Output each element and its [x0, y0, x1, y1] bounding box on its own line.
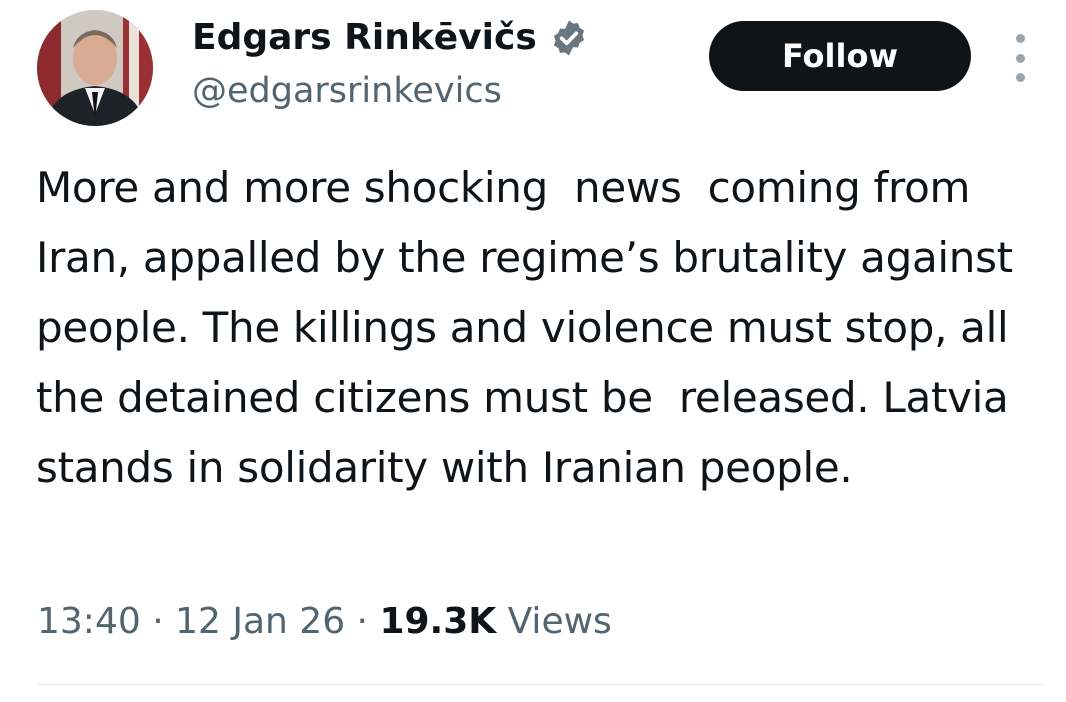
tweet-time[interactable]: 13:40: [37, 601, 141, 642]
views-label: Views: [496, 601, 612, 642]
author-name-text[interactable]: Edgars Rinkēvičs: [192, 14, 537, 62]
more-dot: [1015, 34, 1025, 43]
verified-badge-icon: [549, 18, 589, 58]
more-vertical-icon[interactable]: [1006, 34, 1034, 82]
avatar[interactable]: [37, 10, 153, 126]
author-handle[interactable]: @edgarsrinkevics: [192, 68, 502, 114]
meta-separator: ·: [345, 601, 380, 642]
tweet-meta: 13:40 · 12 Jan 26 · 19.3K Views: [37, 596, 612, 648]
tweet-text: More and more shocking news coming from …: [36, 163, 1026, 492]
divider: [37, 684, 1044, 685]
tweet-date[interactable]: 12 Jan 26: [175, 601, 345, 642]
more-dot: [1015, 53, 1025, 63]
meta-separator: ·: [140, 601, 176, 642]
views-count[interactable]: 19.3K: [379, 601, 496, 642]
follow-button[interactable]: Follow: [709, 21, 971, 91]
author-name[interactable]: Edgars Rinkēvičs: [192, 14, 589, 62]
more-dot: [1015, 73, 1025, 82]
